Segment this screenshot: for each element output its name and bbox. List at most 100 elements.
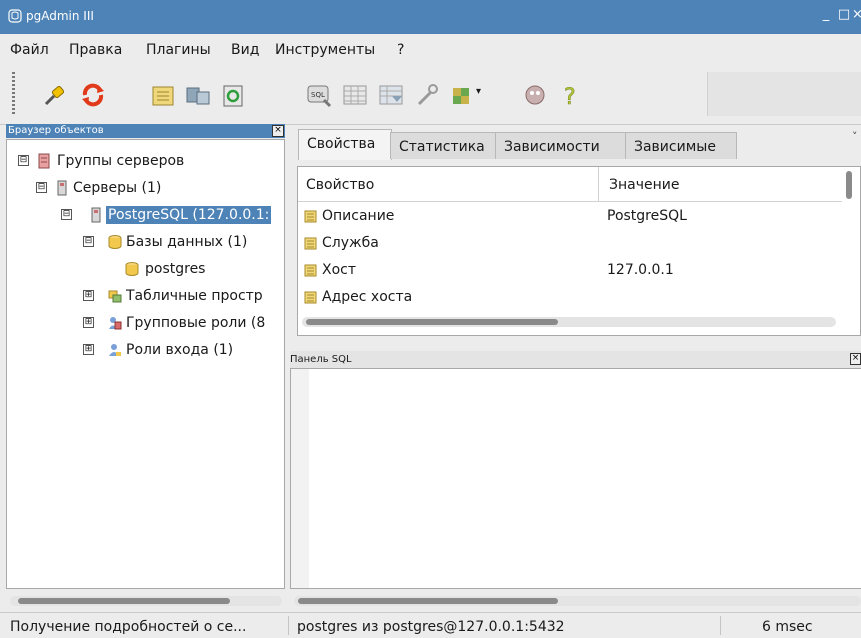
object-browser-close-icon[interactable]: × — [272, 125, 284, 137]
status-message: Получение подробностей о се... — [10, 619, 247, 635]
properties-list[interactable]: Свойство Значение Описание PostgreSQL Сл… — [297, 166, 861, 336]
pgadmin-elephant-icon — [8, 9, 22, 23]
property-row[interactable]: Описание PostgreSQL — [298, 203, 842, 230]
sql-panel-title: Панель SQL — [290, 354, 352, 365]
tree-item-database-postgres[interactable]: postgres — [7, 258, 284, 280]
properties-icon[interactable] — [150, 82, 176, 108]
maintenance-icon[interactable] — [414, 82, 440, 108]
scrollbar-thumb[interactable] — [298, 598, 558, 604]
title-bar: pgAdmin III _ □ × — [0, 0, 861, 34]
menu-edit[interactable]: Правка — [69, 42, 122, 58]
object-browser-title: Браузер объектов — [8, 125, 104, 136]
create-object-icon[interactable] — [185, 82, 211, 108]
column-divider[interactable] — [598, 167, 599, 201]
tree-horizontal-scrollbar[interactable] — [10, 596, 282, 606]
menu-plugins[interactable]: Плагины — [146, 42, 211, 58]
tree-item-label: Групповые роли (8 — [126, 315, 266, 331]
property-name: Служба — [322, 235, 379, 251]
sql-editor[interactable] — [290, 368, 861, 589]
collapse-icon[interactable]: ⊟ — [61, 209, 72, 220]
property-name: Адрес хоста — [322, 289, 413, 305]
tabs-scroll-chevron-icon[interactable]: ˅ — [852, 130, 858, 143]
menu-tools[interactable]: Инструменты — [275, 42, 375, 58]
tablespaces-icon — [108, 290, 122, 303]
login-roles-icon — [109, 344, 121, 356]
tree-item-databases[interactable]: ⊟ Базы данных (1) — [7, 231, 284, 253]
collapse-icon[interactable]: ⊟ — [18, 155, 29, 166]
sql-panel-close-icon[interactable]: × — [850, 353, 861, 365]
object-browser-tree[interactable]: ⊟ Группы серверов ⊟ Серверы (1) ⊟ Postgr… — [6, 139, 285, 589]
menu-file[interactable]: Файл — [10, 42, 49, 58]
column-header-value[interactable]: Значение — [609, 177, 679, 193]
help-icon[interactable]: ? — [558, 82, 584, 108]
status-separator — [720, 616, 721, 635]
menu-view[interactable]: Вид — [231, 42, 259, 58]
property-row[interactable]: Служба — [298, 230, 842, 257]
minimize-button[interactable]: _ — [818, 7, 834, 25]
tree-item-tablespaces[interactable]: ⊞ Табличные простр — [7, 285, 284, 307]
tab-statistics[interactable]: Статистика — [390, 132, 497, 159]
svg-text:?: ? — [564, 85, 576, 108]
servers-icon — [57, 180, 67, 196]
tree-item-login-roles[interactable]: ⊞ Роли входа (1) — [7, 339, 284, 361]
expand-icon[interactable]: ⊞ — [83, 344, 94, 355]
plugins-icon[interactable] — [450, 82, 476, 108]
group-roles-icon — [109, 317, 122, 330]
tree-item-servers[interactable]: ⊟ Серверы (1) — [7, 177, 284, 199]
maximize-button[interactable]: □ — [836, 7, 852, 25]
view-data-icon[interactable] — [342, 82, 368, 108]
toolbar: SQL ▾ ? — [0, 64, 861, 125]
expand-icon[interactable]: ⊞ — [83, 290, 94, 301]
property-row[interactable]: Адрес хоста — [298, 284, 842, 311]
column-header-property[interactable]: Свойство — [306, 177, 374, 193]
sql-panel-header: Панель SQL × — [290, 351, 861, 368]
property-value: PostgreSQL — [607, 208, 687, 224]
plugins-dropdown-icon[interactable]: ▾ — [476, 86, 486, 112]
property-name: Хост — [322, 262, 357, 278]
toolbar-grip[interactable] — [12, 72, 15, 116]
sql-horizontal-scrollbar[interactable] — [294, 596, 861, 606]
property-icon — [304, 291, 317, 304]
properties-header: Свойство Значение — [298, 167, 842, 202]
refresh-icon[interactable] — [80, 82, 106, 108]
properties-horizontal-scrollbar[interactable] — [302, 317, 836, 327]
tree-item-label: Базы данных (1) — [126, 234, 248, 250]
server-icon — [91, 207, 101, 223]
drop-object-icon[interactable] — [220, 82, 246, 108]
tree-item-group-roles[interactable]: ⊞ Групповые роли (8 — [7, 312, 284, 334]
tab-dependents[interactable]: Зависимые — [625, 132, 737, 159]
properties-vertical-scrollbar[interactable] — [846, 171, 852, 199]
scrollbar-thumb[interactable] — [18, 598, 230, 604]
status-bar: Получение подробностей о се... postgres … — [0, 612, 861, 638]
window-title: pgAdmin III — [26, 9, 94, 23]
property-row[interactable]: Хост 127.0.0.1 — [298, 257, 842, 284]
filtered-data-icon[interactable] — [378, 82, 404, 108]
property-icon — [304, 237, 317, 250]
collapse-icon[interactable]: ⊟ — [83, 236, 94, 247]
detail-tabs: Свойства Статистика Зависимости Зависимы… — [290, 124, 861, 164]
close-button[interactable]: × — [852, 7, 861, 25]
expand-icon[interactable]: ⊞ — [83, 317, 94, 328]
property-icon — [304, 264, 317, 277]
collapse-icon[interactable]: ⊟ — [36, 182, 47, 193]
guru-hints-icon[interactable] — [522, 82, 548, 108]
menu-help[interactable]: ? — [397, 42, 404, 58]
tree-item-server-groups[interactable]: ⊟ Группы серверов — [7, 150, 284, 172]
menu-bar: Файл Правка Плагины Вид Инструменты ? — [0, 34, 861, 64]
sql-query-icon[interactable]: SQL — [306, 82, 332, 108]
tab-dependencies[interactable]: Зависимости — [495, 132, 627, 159]
svg-text:SQL: SQL — [311, 91, 325, 99]
object-browser-header: Браузер объектов × — [6, 124, 285, 138]
tree-item-label: PostgreSQL (127.0.0.1: — [106, 206, 272, 224]
property-name: Описание — [322, 208, 395, 224]
tree-item-postgresql-server[interactable]: ⊟ PostgreSQL (127.0.0.1: — [7, 204, 284, 226]
tab-properties[interactable]: Свойства — [298, 129, 392, 160]
scrollbar-thumb[interactable] — [306, 319, 558, 325]
property-icon — [304, 210, 317, 223]
tree-item-label: Серверы (1) — [73, 180, 162, 196]
status-connection: postgres из postgres@127.0.0.1:5432 — [297, 619, 565, 635]
connect-icon[interactable] — [42, 82, 68, 108]
server-groups-icon — [38, 153, 50, 169]
databases-icon — [108, 235, 122, 249]
status-timing: 6 msec — [762, 619, 813, 635]
